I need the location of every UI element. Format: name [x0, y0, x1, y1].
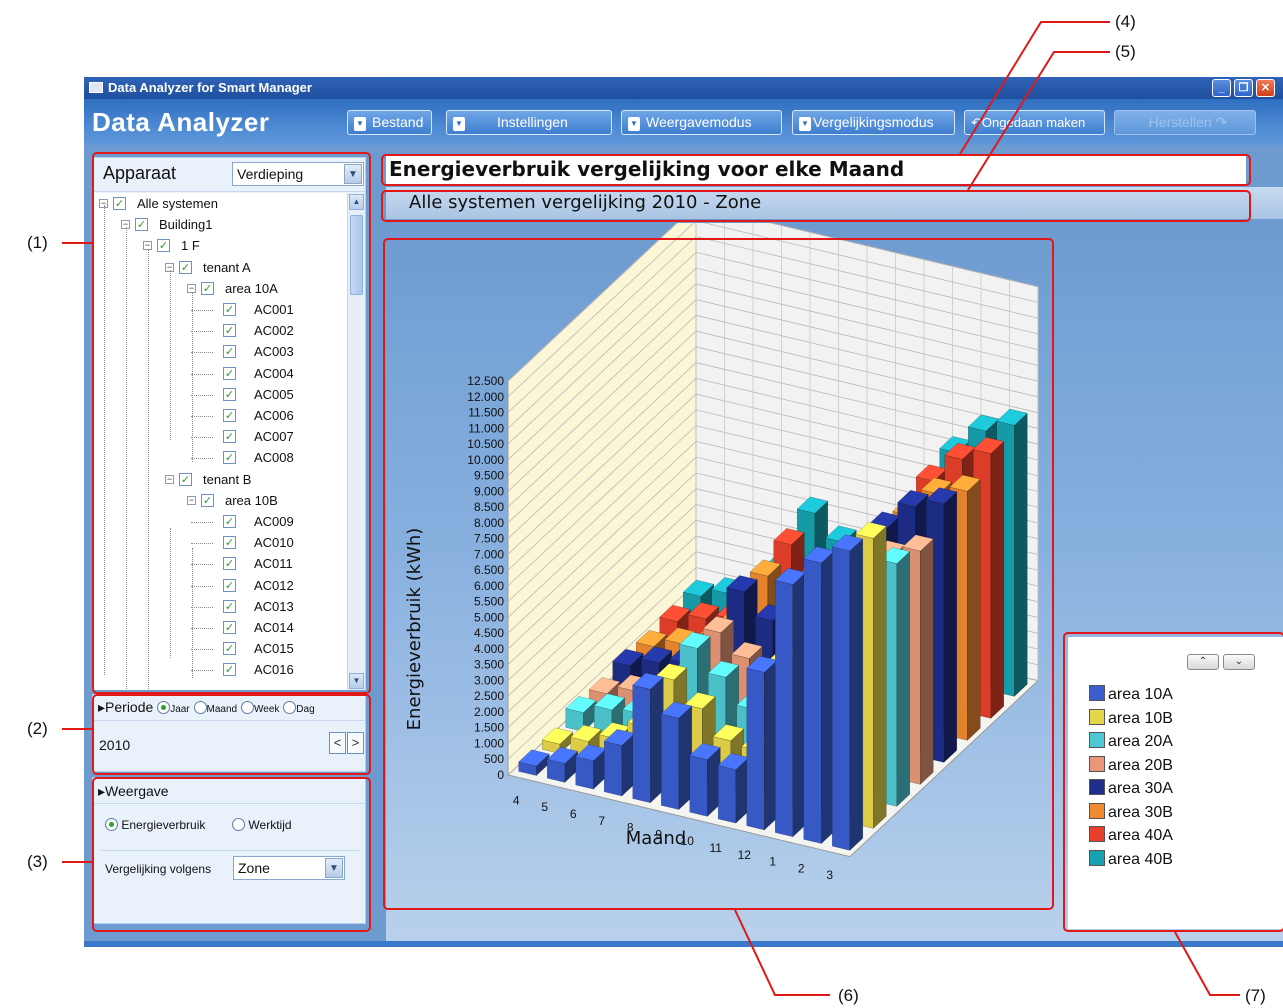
callout-label-1: (1): [27, 233, 48, 252]
callout-label-5: (5): [1115, 42, 1136, 61]
callout-label-3: (3): [27, 852, 48, 871]
callout-label-4: (4): [1115, 12, 1136, 31]
callout-lines: [62, 21, 1240, 996]
callout-label-6: (6): [838, 986, 859, 1005]
callout-label-2: (2): [27, 719, 48, 738]
callout-label-7: (7): [1245, 986, 1266, 1005]
